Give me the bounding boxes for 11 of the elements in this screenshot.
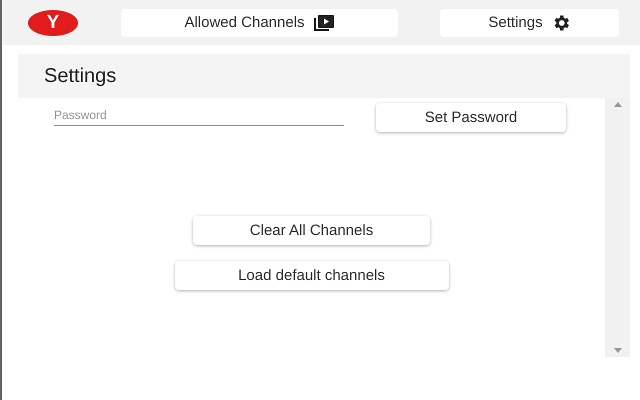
scroll-down-icon[interactable] [614, 348, 622, 353]
action-button[interactable]: Clear All Channels [193, 216, 430, 245]
logo[interactable]: Y [28, 10, 78, 36]
nav-button[interactable]: Settings [440, 8, 619, 36]
scroll-up-icon[interactable] [614, 102, 622, 107]
action-button[interactable]: Load default channels [174, 261, 448, 290]
set-password-button[interactable]: Set Password [376, 103, 566, 132]
scrollbar[interactable] [605, 98, 630, 357]
video-library-icon [312, 14, 335, 32]
nav-button[interactable]: Allowed Channels [121, 8, 398, 36]
panel-title: Settings [44, 64, 116, 88]
